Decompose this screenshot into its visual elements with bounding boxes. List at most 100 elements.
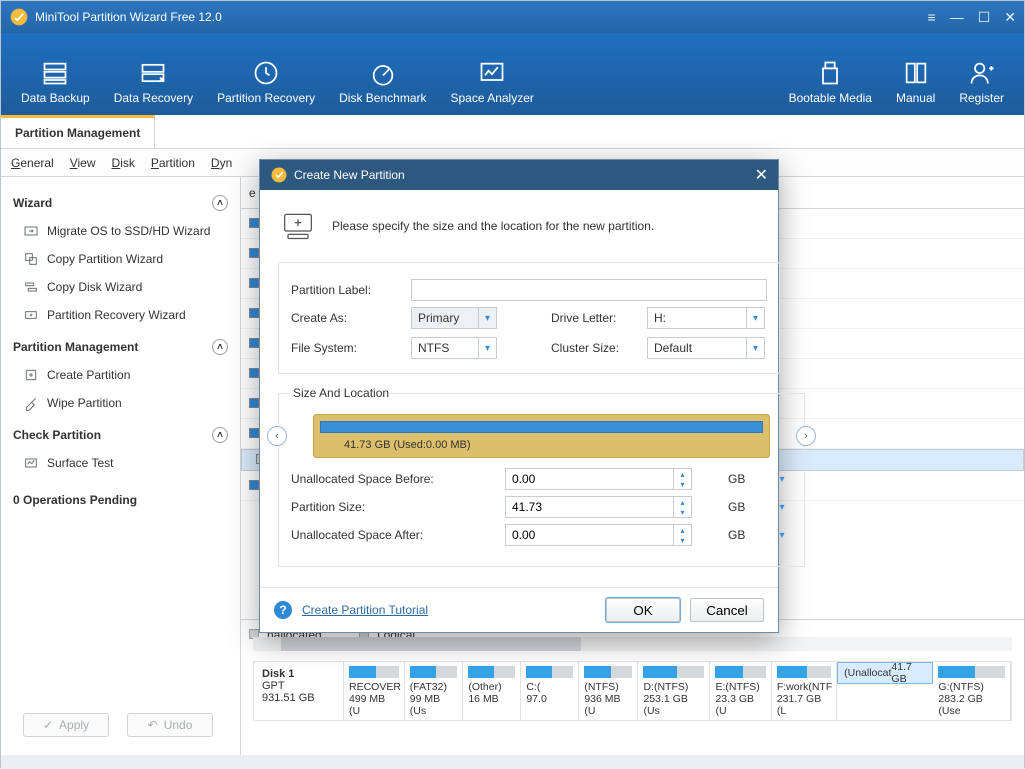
menu-general[interactable]: General [11, 156, 54, 170]
disk-chunk[interactable]: (FAT32)99 MB (Us [405, 662, 464, 720]
unit-dropdown-icon[interactable]: ▾ [772, 474, 792, 485]
spin-down-icon[interactable]: ▾ [674, 535, 691, 545]
chevron-up-icon[interactable]: ˄ [212, 195, 228, 211]
partition-size-input[interactable]: ▴▾ [505, 496, 692, 518]
create-partition-dialog: Create New Partition ✕ Please specify th… [259, 159, 779, 633]
ribbon-space-analyzer[interactable]: Space Analyzer [439, 59, 546, 105]
ribbon: Data Backup Data Recovery Partition Reco… [1, 33, 1024, 115]
partition-label-input[interactable] [411, 279, 767, 301]
file-system-select[interactable]: NTFS▾ [411, 337, 497, 359]
chevron-up-icon[interactable]: ˄ [212, 427, 228, 443]
chevron-down-icon: ▾ [478, 308, 496, 328]
chevron-up-icon[interactable]: ˄ [212, 339, 228, 355]
menu-partition[interactable]: Partition [151, 156, 195, 170]
status-bar [1, 755, 1024, 769]
spin-up-icon[interactable]: ▴ [674, 497, 691, 507]
spin-up-icon[interactable]: ▴ [674, 525, 691, 535]
app-logo-icon [9, 7, 29, 27]
dialog-close-icon[interactable]: ✕ [755, 165, 768, 185]
label-cluster-size: Cluster Size: [551, 341, 647, 355]
chevron-down-icon: ▾ [746, 338, 764, 358]
sidebar-item-wipe-partition[interactable]: Wipe Partition [13, 389, 228, 417]
label-drive-letter: Drive Letter: [551, 311, 647, 325]
horizontal-scrollbar[interactable] [253, 637, 1012, 651]
unit-dropdown-icon[interactable]: ▾ [772, 530, 792, 541]
menu-view[interactable]: View [70, 156, 96, 170]
drive-plus-icon [278, 206, 318, 246]
spin-down-icon[interactable]: ▾ [674, 507, 691, 517]
minimize-icon[interactable]: — [950, 9, 964, 26]
sidebar-item-migrate-os[interactable]: Migrate OS to SSD/HD Wizard [13, 217, 228, 245]
disk-chunk[interactable]: F:work(NTF231.7 GB (L [772, 662, 837, 720]
ribbon-label: Register [959, 91, 1004, 105]
sidebar-group-title: Wizard [13, 196, 52, 210]
sidebar-item-copy-partition[interactable]: Copy Partition Wizard [13, 245, 228, 273]
tab-row: Partition Management [1, 115, 1024, 149]
sidebar-item-surface-test[interactable]: Surface Test [13, 449, 228, 477]
menu-disk[interactable]: Disk [112, 156, 135, 170]
unalloc-after-input[interactable]: ▴▾ [505, 524, 692, 546]
sidebar-item-label: Partition Recovery Wizard [47, 308, 186, 322]
close-icon[interactable]: ✕ [1004, 9, 1016, 26]
title-bar: MiniTool Partition Wizard Free 12.0 ≡ — … [1, 1, 1024, 33]
disk-chunk[interactable]: C:(97.0 [521, 662, 579, 720]
tab-partition-management[interactable]: Partition Management [1, 115, 155, 148]
ribbon-data-recovery[interactable]: Data Recovery [102, 59, 205, 105]
unit-label: GB [728, 500, 768, 514]
dialog-title-bar[interactable]: Create New Partition ✕ [260, 160, 778, 190]
maximize-icon[interactable]: ☐ [978, 9, 991, 26]
ribbon-register[interactable]: Register [947, 59, 1016, 105]
ribbon-bootable-media[interactable]: Bootable Media [777, 59, 884, 105]
sidebar-group-check-partition[interactable]: Check Partition ˄ [13, 417, 228, 449]
ok-button[interactable]: OK [606, 598, 680, 622]
sidebar-item-partition-recovery[interactable]: Partition Recovery Wizard [13, 301, 228, 329]
sidebar-item-create-partition[interactable]: Create Partition [13, 361, 228, 389]
disk-chunk[interactable]: (Unallocat41.7 GB [837, 662, 933, 684]
sidebar-item-label: Create Partition [47, 368, 130, 382]
disk-chunk[interactable]: (Other)16 MB [463, 662, 521, 720]
dialog-icon [270, 166, 288, 184]
surface-test-icon [23, 455, 39, 471]
legend-size-location: Size And Location [291, 386, 391, 400]
ribbon-label: Data Backup [21, 91, 90, 105]
apply-button[interactable]: ✓ Apply [23, 713, 109, 737]
dialog-intro: Please specify the size and the location… [332, 219, 654, 233]
unalloc-before-input[interactable]: ▴▾ [505, 468, 692, 490]
operations-pending: 0 Operations Pending [13, 477, 228, 507]
cluster-size-select[interactable]: Default ▾ [647, 337, 765, 359]
ribbon-label: Partition Recovery [217, 91, 315, 105]
cluster-size-value: Default [654, 341, 692, 355]
unit-dropdown-icon[interactable]: ▾ [772, 502, 792, 513]
nav-right-icon[interactable]: › [796, 426, 816, 446]
ribbon-manual[interactable]: Manual [884, 59, 947, 105]
disk-chunk[interactable]: E:(NTFS)23.3 GB (U [710, 662, 771, 720]
label-unalloc-after: Unallocated Space After: [291, 528, 501, 542]
menu-dynamic[interactable]: Dyn [211, 156, 232, 170]
sidebar-item-label: Wipe Partition [47, 396, 122, 410]
create-as-select[interactable]: Primary▾ [411, 307, 497, 329]
ribbon-disk-benchmark[interactable]: Disk Benchmark [327, 59, 438, 105]
ribbon-data-backup[interactable]: Data Backup [9, 59, 102, 105]
sidebar-item-copy-disk[interactable]: Copy Disk Wizard [13, 273, 228, 301]
drive-letter-select[interactable]: H:▾ [647, 307, 765, 329]
sidebar-group-wizard[interactable]: Wizard ˄ [13, 185, 228, 217]
disk-chunk[interactable]: D:(NTFS)253.1 GB (Us [638, 662, 710, 720]
ribbon-partition-recovery[interactable]: Partition Recovery [205, 59, 327, 105]
copy-disk-icon [23, 279, 39, 295]
spin-up-icon[interactable]: ▴ [674, 469, 691, 479]
cancel-button[interactable]: Cancel [690, 598, 764, 622]
disk-chunk[interactable]: G:(NTFS)283.2 GB (Use [933, 662, 1011, 720]
help-icon[interactable]: ? [274, 601, 292, 619]
disk-chunk[interactable]: RECOVER499 MB (U [344, 662, 405, 720]
sidebar-item-label: Copy Partition Wizard [47, 252, 163, 266]
spin-down-icon[interactable]: ▾ [674, 479, 691, 489]
size-bar[interactable]: 41.73 GB (Used:0.00 MB) [313, 414, 770, 458]
nav-left-icon[interactable]: ‹ [267, 426, 287, 446]
undo-button[interactable]: ↶ Undo [127, 713, 213, 737]
disk-chunk[interactable]: (NTFS)936 MB (U [579, 662, 638, 720]
sidebar-item-label: Surface Test [47, 456, 113, 470]
sidebar-group-partition-management[interactable]: Partition Management ˄ [13, 329, 228, 361]
tutorial-link[interactable]: Create Partition Tutorial [302, 603, 428, 617]
label-file-system: File System: [291, 341, 411, 355]
hamburger-icon[interactable]: ≡ [928, 9, 936, 26]
